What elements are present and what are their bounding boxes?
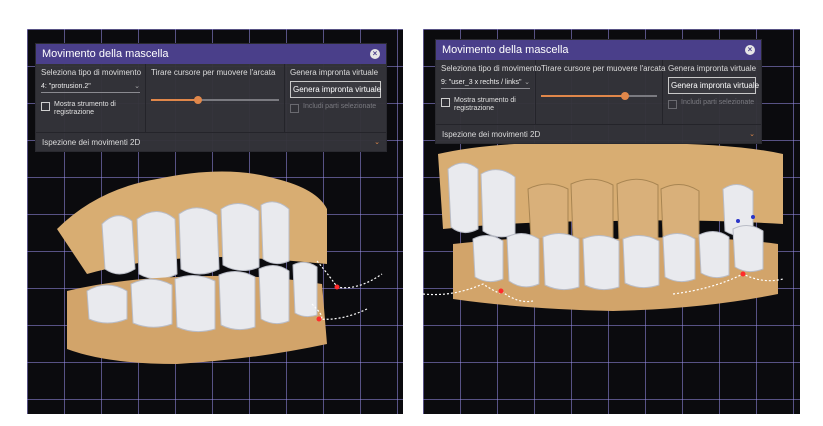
registration-tool-checkbox-row[interactable]: Mostra strumento di registrazione bbox=[441, 97, 530, 113]
viewport-right[interactable]: Movimento della mascella × Seleziona tip… bbox=[423, 29, 800, 414]
chevron-down-icon: ⌄ bbox=[524, 79, 530, 86]
virtual-impression-column: Genera impronta virtuale Genera impronta… bbox=[663, 60, 761, 124]
arch-slider-column: Tirare cursore per muovere l'arcata bbox=[146, 64, 285, 132]
dialog-titlebar: Movimento della mascella × bbox=[436, 40, 761, 60]
movement-type-label: Seleziona tipo di movimento bbox=[441, 64, 542, 73]
chevron-down-icon: ⌄ bbox=[134, 83, 140, 90]
dialog-titlebar: Movimento della mascella × bbox=[36, 44, 386, 64]
include-selected-row[interactable]: Includi parti selezionate bbox=[668, 99, 756, 109]
dialog-title: Movimento della mascella bbox=[42, 48, 169, 60]
movement-type-select[interactable]: 4: "protrusion.2" ⌄ bbox=[41, 82, 140, 93]
inspection-2d-section[interactable]: Ispezione dei movimenti 2D ⌄ bbox=[36, 132, 386, 151]
movement-type-column: Seleziona tipo di movimento 4: "protrusi… bbox=[36, 64, 146, 132]
inspection-2d-label: Ispezione dei movimenti 2D bbox=[42, 137, 141, 147]
registration-tool-checkbox[interactable] bbox=[41, 102, 50, 111]
registration-tool-label: Mostra strumento di registrazione bbox=[454, 97, 516, 112]
movement-type-select[interactable]: 9: "user_3 x rechts / links" ⌄ bbox=[441, 78, 530, 89]
viewport-left[interactable]: Movimento della mascella × Seleziona tip… bbox=[27, 29, 403, 414]
arch-slider-fill bbox=[151, 99, 199, 101]
dialog-title: Movimento della mascella bbox=[442, 44, 569, 56]
virtual-impression-column: Genera impronta virtuale Genera impronta… bbox=[285, 64, 386, 132]
registration-tool-checkbox-row[interactable]: Mostra strumento di registrazione bbox=[41, 101, 140, 117]
jaw-movement-dialog: Movimento della mascella × Seleziona tip… bbox=[435, 39, 762, 144]
dialog-columns: Seleziona tipo di movimento 9: "user_3 x… bbox=[436, 60, 761, 124]
arch-slider-fill bbox=[541, 95, 625, 97]
generate-virtual-impression-button[interactable]: Genera impronta virtuale bbox=[290, 81, 381, 98]
include-selected-checkbox[interactable] bbox=[290, 104, 299, 113]
jaw-movement-dialog: Movimento della mascella × Seleziona tip… bbox=[35, 43, 387, 152]
chevron-down-icon: ⌄ bbox=[374, 139, 380, 146]
arch-slider-handle[interactable] bbox=[194, 96, 203, 104]
arch-slider-track[interactable] bbox=[541, 92, 657, 100]
include-selected-label: Includi parti selezionate bbox=[681, 99, 755, 106]
registration-tool-checkbox[interactable] bbox=[441, 98, 450, 107]
inspection-2d-section[interactable]: Ispezione dei movimenti 2D ⌄ bbox=[436, 124, 761, 143]
inspection-2d-label: Ispezione dei movimenti 2D bbox=[442, 129, 541, 139]
movement-type-label: Seleziona tipo di movimento bbox=[41, 68, 142, 77]
virtual-impression-label: Genera impronta virtuale bbox=[290, 68, 379, 77]
dialog-columns: Seleziona tipo di movimento 4: "protrusi… bbox=[36, 64, 386, 132]
arch-slider-column: Tirare cursore per muovere l'arcata bbox=[536, 60, 666, 124]
arch-slider-label: Tirare cursore per muovere l'arcata bbox=[541, 64, 666, 73]
generate-virtual-impression-button[interactable]: Genera impronta virtuale bbox=[668, 77, 759, 94]
arch-slider-handle[interactable] bbox=[620, 92, 629, 100]
registration-tool-label: Mostra strumento di registrazione bbox=[54, 101, 116, 116]
arch-slider-label: Tirare cursore per muovere l'arcata bbox=[151, 68, 276, 77]
movement-type-value: 4: "protrusion.2" bbox=[41, 82, 91, 90]
include-selected-row[interactable]: Includi parti selezionate bbox=[290, 103, 381, 113]
arch-slider-track[interactable] bbox=[151, 96, 279, 104]
movement-type-value: 9: "user_3 x rechts / links" bbox=[441, 78, 522, 86]
chevron-down-icon: ⌄ bbox=[749, 131, 755, 138]
virtual-impression-label: Genera impronta virtuale bbox=[668, 64, 757, 73]
close-icon[interactable]: × bbox=[745, 45, 755, 55]
movement-type-column: Seleziona tipo di movimento 9: "user_3 x… bbox=[436, 60, 542, 124]
close-icon[interactable]: × bbox=[370, 49, 380, 59]
include-selected-label: Includi parti selezionate bbox=[303, 103, 377, 110]
include-selected-checkbox[interactable] bbox=[668, 100, 677, 109]
